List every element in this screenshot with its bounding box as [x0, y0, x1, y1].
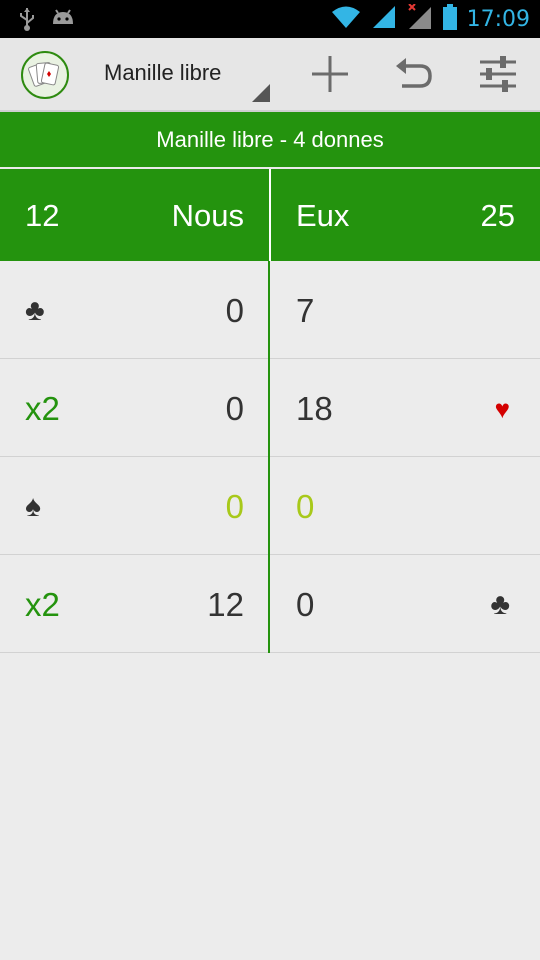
header-divider: [269, 169, 271, 261]
status-bar: 17:09: [0, 0, 540, 38]
android-debug-icon: [50, 6, 76, 36]
clock: 17:09: [466, 6, 530, 32]
round-row[interactable]: x2 0 18 ♥: [0, 359, 540, 457]
column-divider: [268, 261, 270, 359]
usb-icon: [18, 6, 36, 36]
column-divider: [268, 457, 270, 555]
eux-score: 18: [296, 390, 333, 427]
action-bar-title: Manille libre: [104, 60, 222, 85]
column-divider: [268, 555, 270, 653]
spades-suit-icon: ♠: [25, 490, 41, 523]
nous-score: 0: [225, 292, 244, 329]
battery-icon: [442, 4, 457, 34]
clubs-suit-icon: ♣: [490, 588, 510, 621]
round-row[interactable]: x2 12 0 ♣: [0, 555, 540, 653]
nous-label: Nous: [171, 198, 244, 233]
nous-total: 12: [25, 198, 60, 233]
eux-score: 0: [296, 586, 315, 623]
signal-no-data-icon: [407, 3, 433, 34]
eux-score: 0: [296, 488, 315, 525]
eux-total: 25: [480, 198, 515, 233]
settings-sliders-icon: [480, 56, 516, 92]
app-logo-icon[interactable]: [21, 51, 69, 99]
score-header: 12 Nous Eux 25: [0, 169, 540, 261]
hearts-suit-icon: ♥: [494, 394, 510, 424]
undo-button[interactable]: [392, 52, 436, 96]
game-title: Manille libre - 4 donnes: [0, 112, 540, 167]
round-row[interactable]: ♠ 0 0: [0, 457, 540, 555]
clubs-suit-icon: ♣: [25, 294, 45, 327]
game-type-spinner[interactable]: Manille libre: [104, 38, 274, 110]
signal-icon: [371, 5, 397, 33]
round-row[interactable]: ♣ 0 7: [0, 261, 540, 359]
add-round-button[interactable]: [308, 52, 352, 96]
wifi-icon: [331, 5, 361, 33]
add-icon: [312, 56, 348, 92]
undo-icon: [396, 58, 432, 88]
nous-score: 0: [225, 390, 244, 427]
eux-label: Eux: [296, 198, 350, 233]
nous-score: 12: [207, 586, 244, 623]
eux-score: 7: [296, 292, 315, 329]
column-divider: [268, 359, 270, 457]
spinner-arrow-icon: [252, 84, 270, 102]
multiplier-label: x2: [25, 586, 60, 623]
action-bar: Manille libre: [0, 38, 540, 112]
rounds-list: ♣ 0 7 x2 0 18 ♥ ♠ 0 0 x2 12 0 ♣: [0, 261, 540, 653]
nous-score: 0: [225, 488, 244, 525]
settings-button[interactable]: [476, 52, 520, 96]
multiplier-label: x2: [25, 390, 60, 427]
